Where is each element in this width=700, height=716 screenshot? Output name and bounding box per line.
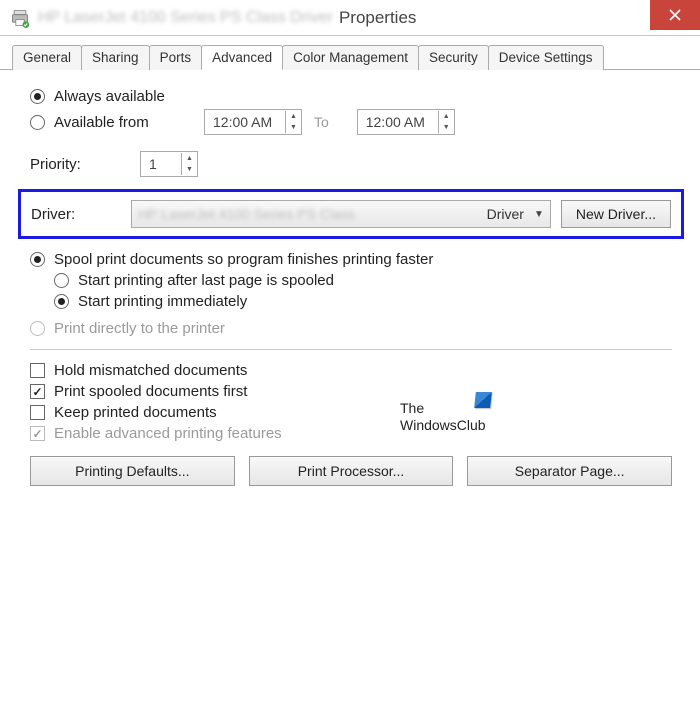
radio-spool[interactable] (30, 252, 45, 267)
priority-input[interactable] (141, 154, 181, 174)
spinner-down-icon[interactable]: ▼ (439, 122, 454, 133)
radio-print-direct (30, 321, 45, 336)
tab-color-management[interactable]: Color Management (282, 45, 419, 70)
close-button[interactable] (650, 0, 700, 30)
chevron-down-icon: ▼ (534, 209, 544, 220)
driver-highlight: Driver: HP LaserJet 4100 Series PS Class… (18, 189, 684, 239)
driver-visible-text: Driver (487, 206, 524, 222)
titlebar: HP LaserJet 4100 Series PS Class Driver … (0, 0, 700, 36)
driver-dropdown[interactable]: HP LaserJet 4100 Series PS Class Driver … (131, 200, 551, 228)
time-from-spinner[interactable]: ▲▼ (204, 109, 302, 135)
spinner-up-icon[interactable]: ▲ (286, 111, 301, 122)
priority-spinner[interactable]: ▲▼ (140, 151, 198, 177)
label-hold-mismatched: Hold mismatched documents (54, 362, 247, 379)
new-driver-button[interactable]: New Driver... (561, 200, 671, 228)
separator (30, 349, 672, 350)
check-keep-printed[interactable] (30, 405, 45, 420)
label-priority: Priority: (30, 156, 140, 173)
spinner-down-icon[interactable]: ▼ (286, 122, 301, 133)
radio-immediate[interactable] (54, 294, 69, 309)
time-to-spinner[interactable]: ▲▼ (357, 109, 455, 135)
window-title: Properties (339, 8, 416, 28)
radio-after-last[interactable] (54, 273, 69, 288)
tab-sharing[interactable]: Sharing (81, 45, 150, 70)
label-to: To (314, 114, 329, 130)
radio-always-available[interactable] (30, 89, 45, 104)
label-spool: Spool print documents so program finishe… (54, 251, 433, 268)
spinner-down-icon[interactable]: ▼ (182, 164, 197, 175)
time-to-input[interactable] (358, 112, 438, 132)
tab-advanced[interactable]: Advanced (201, 45, 283, 70)
watermark-line1: The (400, 400, 486, 417)
watermark: The WindowsClub (400, 400, 486, 434)
tab-device-settings[interactable]: Device Settings (488, 45, 604, 70)
tab-security[interactable]: Security (418, 45, 489, 70)
spinner-up-icon[interactable]: ▲ (182, 153, 197, 164)
check-hold-mismatched[interactable] (30, 363, 45, 378)
label-driver: Driver: (31, 206, 131, 223)
tab-content: Always available Available from ▲▼ To ▲▼… (0, 70, 700, 496)
printer-icon (10, 8, 30, 28)
tabstrip: General Sharing Ports Advanced Color Man… (0, 36, 700, 70)
label-enable-advanced: Enable advanced printing features (54, 425, 282, 442)
time-from-input[interactable] (205, 112, 285, 132)
label-available-from: Available from (54, 114, 204, 131)
label-print-direct: Print directly to the printer (54, 320, 225, 337)
label-always-available: Always available (54, 88, 165, 105)
spinner-up-icon[interactable]: ▲ (439, 111, 454, 122)
label-spooled-first: Print spooled documents first (54, 383, 247, 400)
print-processor-button[interactable]: Print Processor... (249, 456, 454, 486)
separator-page-button[interactable]: Separator Page... (467, 456, 672, 486)
watermark-line2: WindowsClub (400, 417, 486, 434)
check-enable-advanced (30, 426, 45, 441)
driver-blurred-text: HP LaserJet 4100 Series PS Class (138, 206, 483, 222)
printing-defaults-button[interactable]: Printing Defaults... (30, 456, 235, 486)
radio-available-from[interactable] (30, 115, 45, 130)
tab-ports[interactable]: Ports (149, 45, 203, 70)
check-spooled-first[interactable] (30, 384, 45, 399)
label-keep-printed: Keep printed documents (54, 404, 217, 421)
tab-general[interactable]: General (12, 45, 82, 70)
label-after-last: Start printing after last page is spoole… (78, 272, 334, 289)
label-immediate: Start printing immediately (78, 293, 247, 310)
title-blurred: HP LaserJet 4100 Series PS Class Driver (38, 9, 333, 27)
